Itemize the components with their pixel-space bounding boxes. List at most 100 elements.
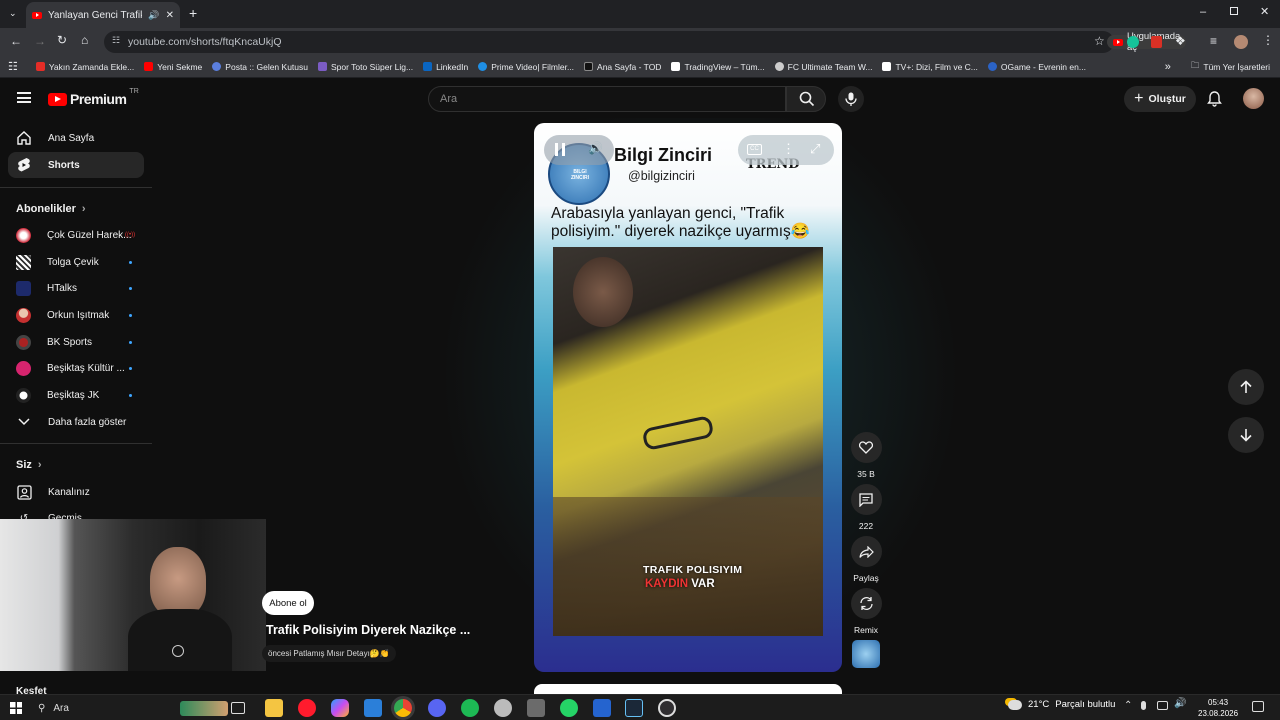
store-icon[interactable]	[364, 699, 382, 717]
bookmark-item[interactable]: FC Ultimate Team W...	[774, 62, 872, 72]
all-bookmarks-folder[interactable]: 🗀 Tüm Yer İşaretleri	[1191, 60, 1270, 74]
site-info-icon[interactable]: ☷	[112, 35, 120, 46]
calculator-icon[interactable]	[527, 699, 545, 717]
account-avatar[interactable]	[1243, 88, 1264, 109]
browser-menu-icon[interactable]: ⋮	[1262, 33, 1274, 47]
close-window-button[interactable]: ✕	[1260, 5, 1269, 18]
bookmark-item[interactable]: Yakın Zamanda Ekle...	[35, 62, 134, 72]
comment-button[interactable]	[850, 484, 882, 515]
captions-icon[interactable]: CC	[747, 144, 762, 155]
taskbar-search[interactable]: ⚲ Ara	[38, 700, 228, 717]
chrome-icon[interactable]	[394, 699, 412, 717]
bookmark-item[interactable]: OGame - Evrenin en...	[987, 62, 1086, 72]
sidebar-subscription[interactable]: Çok Güzel Harek...	[8, 222, 144, 248]
notifications-bell-icon[interactable]	[1207, 91, 1222, 110]
voice-search-button[interactable]	[838, 86, 864, 112]
search-button[interactable]	[786, 86, 826, 112]
tray-chevron-icon[interactable]: ⌃	[1124, 700, 1132, 711]
comment-action[interactable]: 222	[850, 484, 882, 531]
video-frame[interactable]: TRAFIK POLISIYIM KAYDIN VAR	[553, 247, 823, 636]
remix-button[interactable]	[850, 588, 882, 619]
hamburger-menu-icon[interactable]	[17, 92, 31, 103]
weather-widget[interactable]: 21°C Parçalı bulutlu	[1008, 699, 1115, 710]
notifications-icon[interactable]	[1252, 701, 1264, 712]
sidebar-item-shorts[interactable]: Shorts	[8, 152, 144, 178]
system-clock[interactable]: 05:43 23.08.2026	[1198, 697, 1238, 719]
shorts-player[interactable]: BILGI ZINCIRI 🔊 Bilgi Zinciri @bilgizinci…	[534, 123, 842, 672]
address-bar[interactable]: ☷ youtube.com/shorts/ftqKncaUkjQ Uygulam…	[104, 31, 1187, 53]
sidebar-item-home[interactable]: Ana Sayfa	[8, 125, 144, 151]
copilot-icon[interactable]	[331, 699, 349, 717]
pause-icon[interactable]	[555, 143, 565, 156]
you-header[interactable]: Siz ›	[16, 459, 42, 471]
bookmark-item[interactable]: Spor Toto Süper Lig...	[318, 62, 413, 72]
minimize-button[interactable]: –	[1200, 6, 1206, 18]
short-title[interactable]: Trafik Polisiyim Diyerek Nazikçe ...	[266, 623, 470, 637]
more-bookmarks-icon[interactable]: »	[1165, 61, 1171, 73]
whatsapp-icon[interactable]	[560, 699, 578, 717]
show-more-button[interactable]: Daha fazla göster	[8, 409, 144, 435]
share-action[interactable]: Paylaş	[850, 536, 882, 583]
bookmark-item[interactable]: TradingView – Tüm...	[671, 62, 765, 72]
spotify-icon[interactable]	[461, 699, 479, 717]
steam-icon[interactable]	[625, 699, 643, 717]
sidebar-subscription[interactable]: BK Sports	[8, 329, 144, 355]
share-button[interactable]	[850, 536, 882, 567]
next-short-preview[interactable]	[534, 684, 842, 694]
bookmark-star-icon[interactable]: ☆	[1094, 34, 1105, 48]
task-view-icon[interactable]	[231, 702, 245, 714]
bookmark-item[interactable]: Prime Video| Filmler...	[478, 62, 574, 72]
short-description-chip[interactable]: öncesi Patlamış Mısır Detayı🤔👏	[262, 645, 396, 662]
restore-button[interactable]	[1230, 7, 1238, 15]
home-icon[interactable]: ⌂	[81, 33, 88, 47]
extensions-puzzle-icon[interactable]: ❖	[1175, 34, 1186, 48]
sound-thumbnail[interactable]	[852, 640, 880, 668]
bookmark-item[interactable]: LinkedIn	[423, 62, 468, 72]
opera-icon[interactable]	[298, 699, 316, 717]
profile-avatar[interactable]	[1234, 35, 1248, 49]
windows-start-icon[interactable]	[10, 702, 22, 714]
back-icon[interactable]: ←	[10, 34, 22, 48]
extension-grammarly-icon[interactable]	[1127, 36, 1139, 48]
sidebar-subscription[interactable]: Beşiktaş Kültür ...	[8, 355, 144, 381]
like-action[interactable]: 35 B	[850, 432, 882, 479]
sidebar-subscription[interactable]: Tolga Çevik	[8, 249, 144, 275]
tab-list-chevron-icon[interactable]: ⌄	[9, 8, 17, 19]
subscribe-button[interactable]: Abone ol	[262, 591, 314, 615]
file-explorer-icon[interactable]	[265, 699, 283, 717]
media-controls-icon[interactable]: ≡	[1210, 34, 1217, 48]
microphone-tray-icon[interactable]	[1141, 701, 1146, 710]
discord-icon[interactable]	[428, 699, 446, 717]
app-icon[interactable]	[494, 699, 512, 717]
create-button[interactable]: + Oluştur	[1124, 86, 1196, 112]
youtube-logo[interactable]: Premium TR	[48, 88, 139, 107]
bookmark-item[interactable]: Posta :: Gelen Kutusu	[212, 62, 308, 72]
next-short-button[interactable]	[1228, 417, 1264, 453]
browser-tab-active[interactable]: Yanlayan Genci Trafik Polisi 🔊 ✕	[26, 2, 180, 28]
sidebar-subscription[interactable]: Orkun Işıtmak	[8, 302, 144, 328]
like-button[interactable]	[850, 432, 882, 463]
tab-close-icon[interactable]: ✕	[166, 10, 174, 21]
sidebar-subscription[interactable]: HTalks	[8, 275, 144, 301]
bookmark-item[interactable]: Yeni Sekme	[144, 62, 202, 72]
new-tab-button[interactable]: +	[189, 5, 197, 21]
remix-action[interactable]: Remix	[850, 588, 882, 635]
volume-icon[interactable]: 🔊	[588, 141, 603, 155]
more-options-icon[interactable]: ⋮	[782, 141, 795, 157]
sidebar-item-your-channel[interactable]: Kanalınız	[8, 479, 144, 505]
bookmark-item[interactable]: Ana Sayfa - TOD	[584, 62, 661, 72]
bookmark-item[interactable]: TV+: Dizi, Film ve C...	[882, 62, 978, 72]
previous-short-button[interactable]	[1228, 369, 1264, 405]
search-input[interactable]: Ara	[428, 86, 786, 112]
obs-icon[interactable]	[658, 699, 676, 717]
extension-pdf-icon[interactable]	[1151, 36, 1162, 48]
todo-icon[interactable]	[593, 699, 611, 717]
forward-icon[interactable]: →	[34, 34, 46, 48]
speaker-icon[interactable]: 🔊	[1174, 698, 1186, 709]
subscriptions-header[interactable]: Abonelikler ›	[16, 203, 86, 215]
reload-icon[interactable]: ↻	[57, 33, 67, 47]
sidebar-subscription[interactable]: Beşiktaş JK	[8, 382, 144, 408]
tab-audio-icon[interactable]: 🔊	[148, 10, 159, 21]
fullscreen-icon[interactable]: ⤢	[810, 141, 820, 157]
apps-grid-icon[interactable]: ☷	[8, 60, 18, 73]
